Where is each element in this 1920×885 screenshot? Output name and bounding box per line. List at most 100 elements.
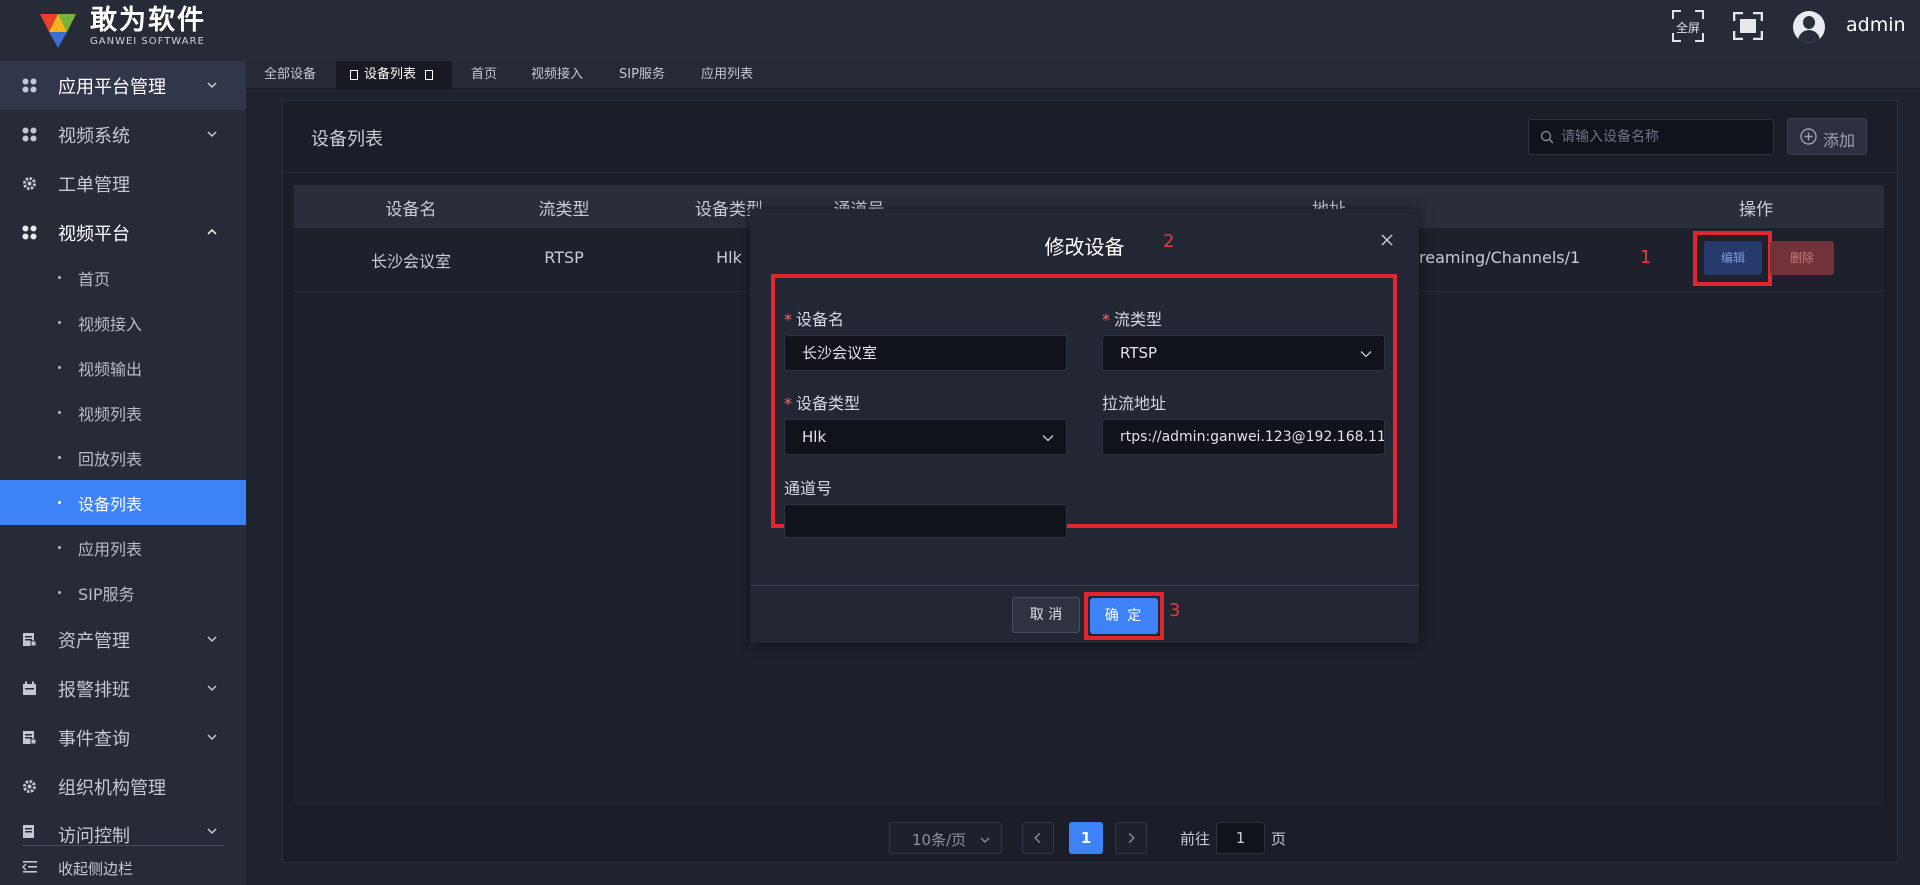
tab-sip-service[interactable]: SIP服务 xyxy=(619,61,665,89)
sidebar-item-app-platform[interactable]: 应用平台管理 xyxy=(0,61,246,110)
sidebar-subitem-label: 回放列表 xyxy=(78,450,143,469)
sidebar-item-label: 报警排班 xyxy=(58,679,130,701)
sidebar-item-label: 事件查询 xyxy=(58,728,130,750)
menu-collapse-icon xyxy=(22,861,37,873)
annotation-highlight-form xyxy=(771,274,1397,528)
tab-label: 设备列表 xyxy=(364,67,417,82)
stream-type-label: * 流类型 xyxy=(1102,310,1163,329)
search-input[interactable] xyxy=(1561,120,1766,154)
edit-device-dialog: 修改设备 2 * 设备名 长沙会议室 * 流类型 RTSP * 设备类型 Hlk 拉流… xyxy=(750,209,1419,643)
tab-device-list[interactable]: 设备列表 xyxy=(336,61,452,89)
prev-page-button[interactable] xyxy=(1022,822,1054,854)
tab-bar: 全部设备 设备列表 首页 视频接入 SIP服务 应用列表 xyxy=(246,61,1920,89)
chevron-down-icon xyxy=(1360,351,1372,358)
device-type-select[interactable]: Hlk xyxy=(784,419,1067,455)
ganwei-logo xyxy=(40,14,76,48)
page-size-value: 10条/页 xyxy=(912,831,967,849)
top-header: 敢为软件 GANWEI SOFTWARE 全屏 admin xyxy=(0,0,1920,61)
sidebar-item-label: 应用平台管理 xyxy=(58,76,166,98)
sidebar-subitem-sip-service[interactable]: SIP服务 xyxy=(0,570,246,615)
ok-button[interactable]: 确 定 xyxy=(1090,598,1158,634)
sidebar-item-label: 视频系统 xyxy=(58,125,130,147)
column-header-name: 设备名 xyxy=(385,200,437,220)
stream-url-input[interactable]: rtps://admin:ganwei.123@192.168.110 xyxy=(1102,419,1385,455)
tab-home[interactable]: 首页 xyxy=(471,61,497,89)
dialog-title: 修改设备 xyxy=(1044,235,1125,259)
sidebar-item-video-system[interactable]: 视频系统 xyxy=(0,110,246,159)
grid-icon xyxy=(22,127,37,142)
tab-app-list[interactable]: 应用列表 xyxy=(701,61,753,89)
sidebar-subitem-app-list[interactable]: 应用列表 xyxy=(0,525,246,570)
search-box[interactable] xyxy=(1528,119,1774,155)
close-icon[interactable] xyxy=(1380,233,1394,247)
goto-page-input[interactable] xyxy=(1216,822,1265,854)
document-icon xyxy=(23,731,37,745)
sidebar-subitem-device-list[interactable]: 设备列表 xyxy=(0,480,246,525)
avatar[interactable] xyxy=(1793,11,1825,43)
document-icon xyxy=(23,825,34,838)
sidebar-item-video-platform[interactable]: 视频平台 xyxy=(0,208,246,257)
device-type-label: * 设备类型 xyxy=(784,394,861,413)
logo-chinese: 敢为软件 xyxy=(90,5,206,36)
sidebar-item-label: 工单管理 xyxy=(58,174,130,196)
search-icon xyxy=(1540,130,1554,144)
dialog-footer-divider xyxy=(750,585,1419,586)
tab-box-icon xyxy=(350,69,358,80)
goto-prefix: 前往 xyxy=(1180,830,1211,848)
sidebar-item-org-management[interactable]: 组织机构管理 xyxy=(0,762,246,811)
add-label: 添加 xyxy=(1823,131,1856,150)
device-name-input[interactable]: 长沙会议室 xyxy=(784,335,1067,371)
stream-type-select[interactable]: RTSP xyxy=(1102,335,1385,371)
page-number-current[interactable]: 1 xyxy=(1069,822,1103,854)
sidebar-subitem-video-output[interactable]: 视频输出 xyxy=(0,345,246,390)
sidebar-item-asset-management[interactable]: 资产管理 xyxy=(0,615,246,664)
sidebar-subitem-label: SIP服务 xyxy=(78,585,135,604)
stream-type-value: RTSP xyxy=(1120,344,1158,362)
chevron-down-icon xyxy=(1042,435,1054,442)
sidebar-item-label: 组织机构管理 xyxy=(58,777,166,799)
chevron-down-icon xyxy=(207,636,217,643)
grid-icon xyxy=(22,78,37,93)
tab-all-devices[interactable]: 全部设备 xyxy=(264,61,316,89)
sidebar-item-event-query[interactable]: 事件查询 xyxy=(0,713,246,762)
sidebar-subitem-label: 视频接入 xyxy=(78,315,143,334)
sidebar-subitem-home[interactable]: 首页 xyxy=(0,255,246,300)
add-device-button[interactable]: 添加 xyxy=(1787,118,1867,155)
page-size-select[interactable]: 10条/页 xyxy=(889,822,1002,854)
username[interactable]: admin xyxy=(1846,14,1906,36)
tab-close-icon[interactable] xyxy=(425,69,434,80)
device-type-value: Hlk xyxy=(802,428,827,446)
sidebar-subitem-video-list[interactable]: 视频列表 xyxy=(0,390,246,435)
cell-stream: RTSP xyxy=(544,248,584,267)
sidebar-item-work-orders[interactable]: 工单管理 xyxy=(0,159,246,208)
edit-button[interactable]: 编辑 xyxy=(1704,241,1762,275)
chevron-down-icon xyxy=(207,734,217,741)
panel-divider xyxy=(283,172,1897,173)
document-icon xyxy=(23,633,37,647)
column-header-actions: 操作 xyxy=(1739,200,1773,220)
fullscreen-text-icon[interactable]: 全屏 xyxy=(1672,10,1704,42)
chevron-down-icon xyxy=(207,828,217,835)
expand-screen-icon[interactable] xyxy=(1733,12,1763,40)
collapse-label: 收起侧边栏 xyxy=(58,860,134,878)
cancel-button[interactable]: 取 消 xyxy=(1012,597,1080,633)
grid-icon xyxy=(22,225,37,240)
sidebar-item-label: 视频平台 xyxy=(58,223,130,245)
collapse-sidebar-button[interactable]: 收起侧边栏 xyxy=(0,853,246,883)
sidebar-subitem-playback-list[interactable]: 回放列表 xyxy=(0,435,246,480)
sidebar-item-access-control[interactable]: 访问控制 xyxy=(0,811,246,847)
tab-video-input[interactable]: 视频接入 xyxy=(531,61,583,89)
next-page-button[interactable] xyxy=(1115,822,1147,854)
chevron-down-icon xyxy=(980,837,990,843)
calendar-icon xyxy=(23,681,36,695)
sidebar-subitem-video-input[interactable]: 视频接入 xyxy=(0,300,246,345)
chevron-down-icon xyxy=(207,82,217,89)
logo-text: 敢为软件 GANWEI SOFTWARE xyxy=(90,5,206,48)
annotation-1: 1 xyxy=(1640,247,1652,268)
sidebar-item-label: 资产管理 xyxy=(58,630,130,652)
cell-address: reaming/Channels/1 xyxy=(1419,248,1581,267)
channel-input[interactable] xyxy=(784,504,1067,538)
delete-button[interactable]: 删除 xyxy=(1770,241,1834,275)
sidebar-subitem-label: 视频输出 xyxy=(78,360,143,379)
sidebar-item-alarm-schedule[interactable]: 报警排班 xyxy=(0,664,246,713)
